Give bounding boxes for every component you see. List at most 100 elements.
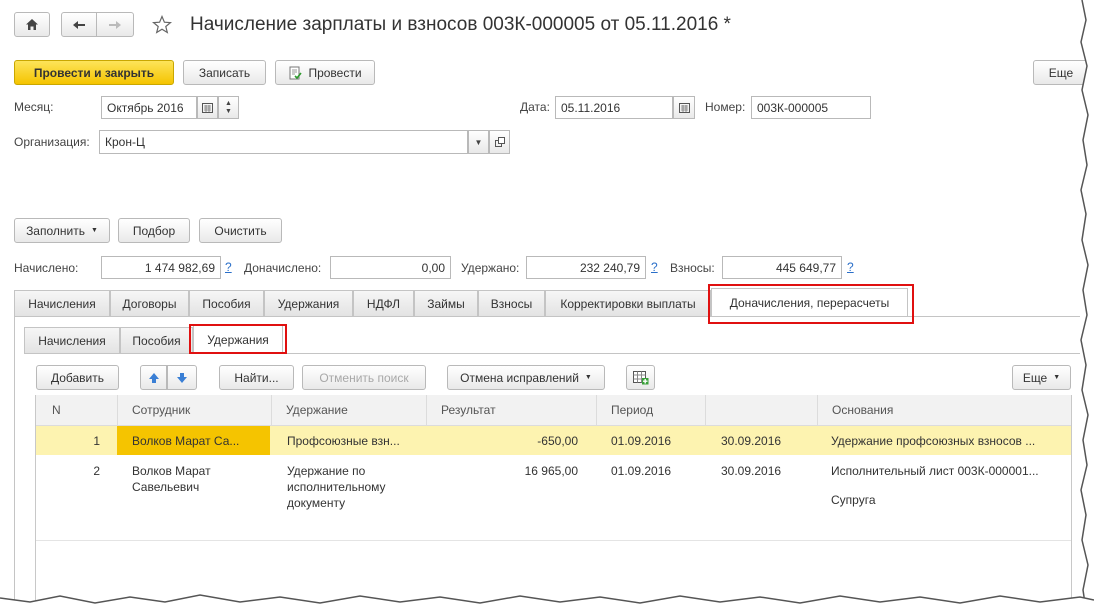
basis-cell[interactable]: Исполнительный лист 003К-000001...: [831, 463, 1039, 479]
deduction-cell[interactable]: Удержание по исполнительному документу: [287, 463, 399, 511]
add-button[interactable]: Добавить: [36, 365, 119, 390]
period-from-cell[interactable]: 01.09.2016: [611, 433, 671, 449]
organization-open-button[interactable]: [489, 130, 510, 154]
row-number: 2: [93, 464, 100, 478]
torn-edge-right: [1080, 0, 1094, 610]
extra-accrued-label: Доначислено:: [244, 261, 322, 275]
window-title: Начисление зарплаты и взносов 003К-00000…: [190, 14, 731, 35]
month-spinner[interactable]: ▲ ▼: [218, 96, 239, 119]
period-to-cell[interactable]: 30.09.2016: [721, 463, 781, 479]
tab-accruals[interactable]: Начисления: [14, 290, 110, 316]
chevron-down-icon: ▼: [584, 374, 592, 381]
accrued-help-link[interactable]: ?: [225, 260, 232, 274]
period-from-cell[interactable]: 01.09.2016: [611, 463, 671, 479]
torn-edge-bottom: [0, 594, 1094, 610]
basis-secondary-cell[interactable]: Супруга: [831, 492, 876, 508]
clear-button[interactable]: Очистить: [199, 218, 282, 243]
column-header-result[interactable]: Результат: [426, 395, 596, 425]
month-calendar-button[interactable]: [197, 96, 218, 119]
post-button-label: Провести: [308, 65, 362, 80]
favorite-star-icon[interactable]: [150, 13, 174, 37]
table-more-label: Еще: [1022, 370, 1048, 385]
extra-accrued-field: 0,00: [330, 256, 451, 279]
column-header-basis[interactable]: Основания: [817, 395, 1071, 425]
table-header: N Сотрудник Удержание Результат Период О…: [36, 395, 1071, 426]
organization-dropdown-button[interactable]: ▼: [468, 130, 489, 154]
result-cell[interactable]: -650,00: [426, 433, 578, 449]
chevron-down-icon: ▼: [90, 227, 98, 234]
organization-label: Организация:: [14, 135, 90, 149]
contributions-field: 445 649,77: [722, 256, 842, 279]
cancel-fixes-button[interactable]: Отмена исправлений ▼: [447, 365, 605, 390]
move-down-button[interactable]: [167, 365, 197, 390]
number-field[interactable]: 003К-000005: [751, 96, 871, 119]
find-button[interactable]: Найти...: [219, 365, 294, 390]
accrued-field: 1 474 982,69: [101, 256, 221, 279]
move-up-button[interactable]: [140, 365, 167, 390]
chevron-down-icon: ▼: [1053, 374, 1061, 381]
table-settings-button[interactable]: [626, 365, 655, 390]
tab-benefits[interactable]: Пособия: [189, 290, 264, 316]
employee-cell[interactable]: Волков Марат Савельевич: [132, 463, 252, 495]
spin-up-icon: ▲: [225, 99, 232, 107]
column-header-deduction[interactable]: Удержание: [271, 395, 426, 425]
fill-button-label: Заполнить: [26, 223, 85, 238]
result-cell[interactable]: 16 965,00: [426, 463, 578, 479]
withheld-field: 232 240,79: [526, 256, 646, 279]
post-and-close-button[interactable]: Провести и закрыть: [14, 60, 174, 85]
arrow-left-icon: [73, 20, 85, 29]
subtab-accruals[interactable]: Начисления: [24, 327, 120, 353]
fill-button[interactable]: Заполнить ▼: [14, 218, 110, 243]
row-number: 1: [93, 434, 100, 448]
calendar-icon: [202, 103, 213, 113]
calendar-icon: [678, 103, 690, 113]
basis-cell[interactable]: Удержание профсоюзных взносов ...: [831, 433, 1035, 449]
save-button[interactable]: Записать: [183, 60, 266, 85]
withheld-label: Удержано:: [461, 261, 520, 275]
date-field[interactable]: 05.11.2016: [555, 96, 673, 119]
column-header-n[interactable]: N: [36, 395, 117, 425]
back-button[interactable]: [61, 12, 97, 37]
tab-payment-adjustments[interactable]: Корректировки выплаты: [545, 290, 711, 316]
arrow-up-icon: [148, 372, 159, 383]
chevron-down-icon: ▼: [474, 137, 483, 147]
tab-contracts[interactable]: Договоры: [110, 290, 189, 316]
tab-deductions[interactable]: Удержания: [264, 290, 353, 316]
accrued-label: Начислено:: [14, 261, 79, 275]
tab-loans[interactable]: Займы: [414, 290, 478, 316]
cancel-fixes-label: Отмена исправлений: [460, 370, 579, 385]
highlight-frame-subtab: [189, 324, 287, 354]
month-field[interactable]: Октябрь 2016: [101, 96, 197, 119]
forward-button[interactable]: [96, 12, 134, 37]
column-header-employee[interactable]: Сотрудник: [117, 395, 271, 425]
month-label: Месяц:: [14, 100, 54, 114]
contributions-label: Взносы:: [670, 261, 715, 275]
cancel-search-button[interactable]: Отменить поиск: [302, 365, 426, 390]
withheld-help-link[interactable]: ?: [651, 260, 658, 274]
table-more-button[interactable]: Еще ▼: [1012, 365, 1071, 390]
number-label: Номер:: [705, 100, 746, 114]
home-button[interactable]: [14, 12, 50, 37]
date-calendar-button[interactable]: [673, 96, 695, 119]
subtabs-baseline: [24, 353, 1080, 354]
home-icon: [26, 19, 38, 30]
arrow-down-icon: [177, 372, 187, 383]
table-add-column-icon: [632, 370, 648, 384]
contributions-help-link[interactable]: ?: [847, 260, 854, 274]
subtab-benefits[interactable]: Пособия: [120, 327, 193, 353]
post-document-icon: [289, 66, 303, 79]
spin-down-icon: ▼: [225, 107, 232, 115]
arrow-right-icon: [109, 20, 121, 29]
post-button[interactable]: Провести: [275, 60, 375, 85]
employee-cell[interactable]: Волков Марат Са...: [132, 433, 239, 449]
tab-ndfl[interactable]: НДФЛ: [353, 290, 414, 316]
organization-field[interactable]: Крон-Ц: [99, 130, 468, 154]
deduction-cell[interactable]: Профсоюзные взн...: [287, 433, 400, 449]
pick-button[interactable]: Подбор: [118, 218, 190, 243]
date-label: Дата:: [520, 100, 550, 114]
column-header-period-end[interactable]: [705, 395, 817, 425]
open-form-icon: [494, 137, 505, 147]
column-header-period[interactable]: Период: [596, 395, 705, 425]
tab-contributions[interactable]: Взносы: [478, 290, 545, 316]
period-to-cell[interactable]: 30.09.2016: [721, 433, 781, 449]
